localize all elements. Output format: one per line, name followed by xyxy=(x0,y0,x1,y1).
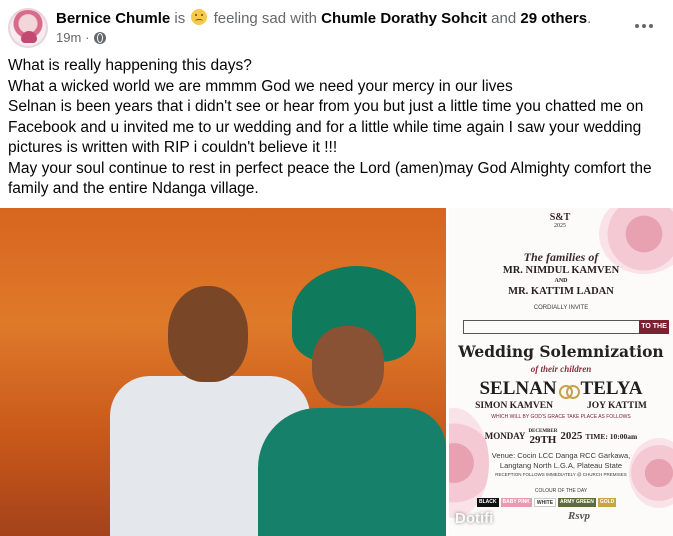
event-year: 2025 xyxy=(560,430,583,442)
venue-line-2: Langtang North L.G.A, Plateau State xyxy=(499,461,623,470)
post-meta: 19m · xyxy=(56,30,106,45)
bride-name: TELYA xyxy=(580,378,643,399)
colour-label: COLOUR OF THE DAY xyxy=(534,488,588,494)
of-their-children: of their children xyxy=(530,364,592,374)
cordially-invite: CORDIALLY INVITE xyxy=(533,305,589,311)
event-title: Wedding Solemnization xyxy=(458,342,664,361)
guest-name-line xyxy=(463,320,641,334)
couple-photo[interactable] xyxy=(0,208,446,536)
author-avatar[interactable] xyxy=(8,8,48,48)
sad-face-emoji-icon xyxy=(191,9,208,25)
woman-face xyxy=(312,326,384,406)
colour-chip: BLACK xyxy=(477,498,499,507)
meta-separator: · xyxy=(85,30,90,45)
colour-chips: BLACK BABY PINK WHITE ARMY GREEN GOLD xyxy=(477,498,617,507)
groom-full-name: SIMON KAMVEN xyxy=(475,401,553,411)
colour-chip: WHITE xyxy=(533,498,557,507)
families-of: The families of xyxy=(523,250,599,264)
family-1: MR. NIMDUL KAMVEN xyxy=(502,265,620,276)
dot-icon xyxy=(642,24,646,28)
event-time: TIME: 10:00am xyxy=(585,431,638,441)
post-media[interactable]: S&T 2025 The families of MR. NIMDUL KAMV… xyxy=(0,208,673,536)
reception-line: RECEPTION FOLLOWS IMMEDIATELY @ CHURCH P… xyxy=(495,472,627,477)
logo-year: 2025 xyxy=(554,223,566,229)
more-options-icon[interactable] xyxy=(632,16,656,36)
event-date: 29TH xyxy=(529,434,557,446)
venue-line-1: Venue: Cocin LCC Danga RCC Garkawa, xyxy=(491,451,631,460)
woman-figure xyxy=(258,408,446,536)
couple-full-names: SIMON KAMVEN JOY KATTIM xyxy=(449,401,673,411)
event-day: MONDAY xyxy=(484,431,526,441)
timestamp[interactable]: 19m xyxy=(56,30,81,45)
and-word: and xyxy=(491,10,517,27)
post-text-line: Selnan is been years that i didn't see o… xyxy=(8,98,644,156)
groom-name: SELNAN xyxy=(479,378,557,399)
logo-text: S&T xyxy=(549,212,571,223)
author-name[interactable]: Bernice Chumle xyxy=(56,10,170,27)
grace-line: WHICH WILL BY GOD'S GRACE TAKE PLACE AS … xyxy=(491,414,631,420)
to-the-tag: TO THE xyxy=(639,320,669,334)
colour-chip: ARMY GREEN xyxy=(558,498,596,507)
watermark: Dotifi xyxy=(455,510,494,527)
couple-names: SELNAN TELYA xyxy=(449,378,673,400)
feeling-text: feeling sad with xyxy=(213,10,317,27)
post-body-text: What is really happening this days? What… xyxy=(8,56,668,200)
others-count-link[interactable]: 29 others xyxy=(520,10,587,27)
and-1: AND xyxy=(554,278,568,284)
post-text-line: What a wicked world we are mmmm God we n… xyxy=(8,77,513,95)
guest-name-field: TO THE xyxy=(463,320,669,334)
post-author-line: Bernice Chumle is feeling sad with Chuml… xyxy=(56,9,591,29)
wedding-rings-icon xyxy=(558,384,580,399)
event-date-block: DECEMBER 29TH xyxy=(528,428,557,446)
globe-icon[interactable] xyxy=(93,31,106,44)
invitation-logo: S&T 2025 xyxy=(535,212,585,232)
colour-chip: BABY PINK xyxy=(500,498,532,507)
date-row: MONDAY DECEMBER 29TH 2025 TIME: 10:00am xyxy=(449,428,673,446)
post-text-line: What is really happening this days? xyxy=(8,57,252,74)
colour-chip: GOLD xyxy=(597,498,617,507)
family-2: MR. KATTIM LADAN xyxy=(508,286,614,297)
wedding-invitation-image[interactable]: S&T 2025 The families of MR. NIMDUL KAMV… xyxy=(449,208,673,536)
dot-icon xyxy=(649,24,653,28)
is-word: is xyxy=(174,10,186,27)
rsvp: Rsvp xyxy=(568,510,590,522)
dot-icon xyxy=(635,24,639,28)
period: . xyxy=(587,10,592,27)
post-text-line: May your soul continue to rest in perfec… xyxy=(8,159,652,198)
bride-full-name: JOY KATTIM xyxy=(586,401,647,411)
man-head xyxy=(168,286,248,382)
tagged-person[interactable]: Chumle Dorathy Sohcit xyxy=(321,10,487,27)
post-header: Bernice Chumle is feeling sad with Chuml… xyxy=(8,6,668,50)
